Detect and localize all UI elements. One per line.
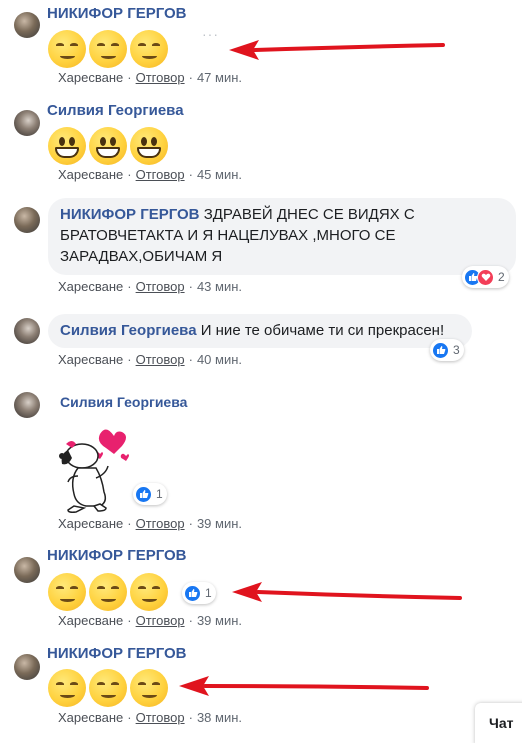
comment-author[interactable]: НИКИФОР ГЕРГОВ xyxy=(47,547,187,564)
more-options-icon[interactable]: ··· xyxy=(202,26,219,42)
timestamp[interactable]: 39 мин. xyxy=(197,516,242,531)
timestamp[interactable]: 40 мин. xyxy=(197,352,242,367)
smiling-emoji-icon xyxy=(48,669,86,707)
comment-text: ЗАРАДВАХ,ОБИЧАМ Я xyxy=(60,248,223,265)
comment-actions: Харесване · Отговор · 38 мин. xyxy=(58,710,242,725)
comment-author[interactable]: Силвия Георгиева xyxy=(47,102,184,119)
smiling-emoji-icon xyxy=(130,30,168,68)
timestamp[interactable]: 39 мин. xyxy=(197,613,242,628)
reactions-summary[interactable]: 2 xyxy=(462,266,509,288)
emoji-message xyxy=(48,127,168,165)
emoji-message xyxy=(48,573,168,611)
timestamp[interactable]: 47 мин. xyxy=(197,70,242,85)
comment-author[interactable]: Силвия Георгиева xyxy=(60,322,197,339)
timestamp[interactable]: 43 мин. xyxy=(197,279,242,294)
smiling-emoji-icon xyxy=(48,30,86,68)
like-icon xyxy=(135,485,152,503)
red-arrow xyxy=(179,676,429,696)
red-arrow xyxy=(229,40,445,60)
emoji-message xyxy=(48,30,168,68)
reply-button[interactable]: Отговор xyxy=(136,613,185,628)
comment-actions: Харесване · Отговор · 39 мин. xyxy=(58,516,242,531)
avatar[interactable] xyxy=(14,318,40,344)
avatar[interactable] xyxy=(14,392,40,418)
comment-actions: Харесване · Отговор · 39 мин. xyxy=(58,613,242,628)
grinning-emoji-icon xyxy=(89,127,127,165)
like-icon xyxy=(432,341,449,359)
comment-bubble: НИКИФОР ГЕРГОВ ЗДРАВЕЙ ДНЕС СЕ ВИДЯХ С Б… xyxy=(48,198,516,275)
comment-text: И ние те обичаме ти си прекрасен! xyxy=(200,322,445,339)
comment-actions: Харесване · Отговор · 40 мин. xyxy=(58,352,242,367)
smiling-emoji-icon xyxy=(48,573,86,611)
like-button[interactable]: Харесване xyxy=(58,167,123,182)
like-button[interactable]: Харесване xyxy=(58,70,123,85)
reaction-count: 2 xyxy=(498,270,505,284)
comment-actions: Харесване · Отговор · 47 мин. xyxy=(58,70,242,85)
grinning-emoji-icon xyxy=(130,127,168,165)
reactions-summary[interactable]: 1 xyxy=(133,483,167,505)
smiling-emoji-icon xyxy=(130,573,168,611)
like-button[interactable]: Харесване xyxy=(58,352,123,367)
red-arrow xyxy=(232,582,462,602)
comment-author[interactable]: Силвия Георгиева xyxy=(60,394,187,410)
avatar[interactable] xyxy=(14,207,40,233)
reply-button[interactable]: Отговор xyxy=(136,352,185,367)
comment-actions: Харесване · Отговор · 43 мин. xyxy=(58,279,242,294)
grinning-emoji-icon xyxy=(48,127,86,165)
chat-button[interactable]: Чат xyxy=(475,703,522,743)
timestamp[interactable]: 45 мин. xyxy=(197,167,242,182)
like-button[interactable]: Харесване xyxy=(58,710,123,725)
like-button[interactable]: Харесване xyxy=(58,613,123,628)
reply-button[interactable]: Отговор xyxy=(136,710,185,725)
reply-button[interactable]: Отговор xyxy=(136,279,185,294)
timestamp[interactable]: 38 мин. xyxy=(197,710,242,725)
snoopy-sticker xyxy=(52,420,140,515)
comment-text: БРАТОВЧЕТАКТА И Я НАЦЕЛУВАХ ,МНОГО СЕ xyxy=(60,227,396,244)
avatar[interactable] xyxy=(14,110,40,136)
reply-button[interactable]: Отговор xyxy=(136,70,185,85)
reaction-count: 1 xyxy=(205,586,212,600)
comment-author[interactable]: НИКИФОР ГЕРГОВ xyxy=(47,645,187,662)
emoji-message xyxy=(48,669,168,707)
comment-author[interactable]: НИКИФОР ГЕРГОВ xyxy=(47,5,187,22)
smiling-emoji-icon xyxy=(130,669,168,707)
smiling-emoji-icon xyxy=(89,669,127,707)
reaction-count: 3 xyxy=(453,343,460,357)
comment-text: ЗДРАВЕЙ ДНЕС СЕ ВИДЯХ С xyxy=(203,206,415,223)
reactions-summary[interactable]: 1 xyxy=(182,582,216,604)
comment-actions: Харесване · Отговор · 45 мин. xyxy=(58,167,242,182)
smiling-emoji-icon xyxy=(89,573,127,611)
comment-bubble: Силвия Георгиева И ние те обичаме ти си … xyxy=(48,314,472,348)
love-icon xyxy=(477,268,494,286)
like-button[interactable]: Харесване xyxy=(58,516,123,531)
reactions-summary[interactable]: 3 xyxy=(430,339,464,361)
avatar[interactable] xyxy=(14,12,40,38)
reply-button[interactable]: Отговор xyxy=(136,516,185,531)
reaction-count: 1 xyxy=(156,487,163,501)
like-button[interactable]: Харесване xyxy=(58,279,123,294)
like-icon xyxy=(184,584,201,602)
avatar[interactable] xyxy=(14,654,40,680)
comment-author[interactable]: НИКИФОР ГЕРГОВ xyxy=(60,206,200,223)
reply-button[interactable]: Отговор xyxy=(136,167,185,182)
avatar[interactable] xyxy=(14,557,40,583)
smiling-emoji-icon xyxy=(89,30,127,68)
